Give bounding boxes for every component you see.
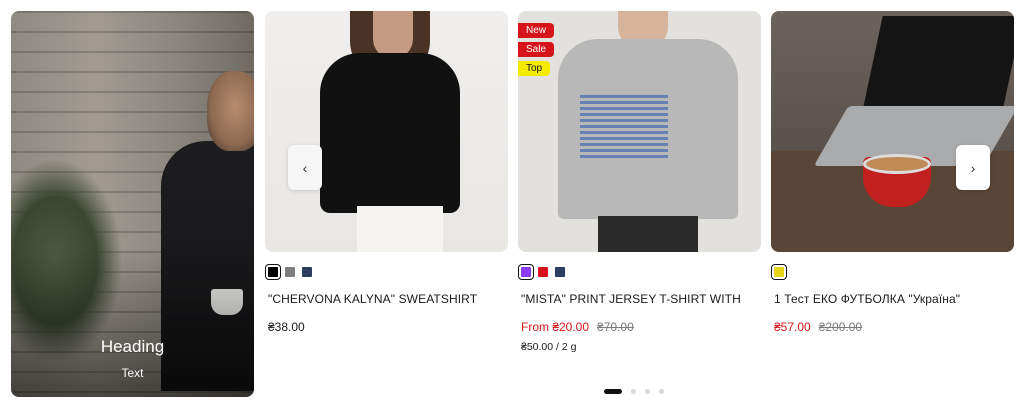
- product-card[interactable]: New Sale Top "MISTA" PRINT JERSEY T-SHIR…: [518, 11, 761, 353]
- product-image[interactable]: [265, 11, 508, 252]
- product-prices: ₴38.00: [268, 320, 508, 334]
- hero-text: Text: [121, 366, 144, 380]
- person-head-image-part: [207, 71, 254, 151]
- color-swatch[interactable]: [302, 267, 312, 277]
- print-image-part: [580, 95, 668, 159]
- carousel-prev-button[interactable]: ‹: [288, 145, 322, 190]
- product-unit-price: ₴50.00 / 2 g: [521, 341, 577, 353]
- badge-top: Top: [518, 61, 551, 76]
- color-swatches: [265, 264, 508, 280]
- product-name[interactable]: "MISTA" PRINT JERSEY T-SHIRT WITH: [521, 292, 761, 306]
- product-old-price: ₴70.00: [597, 320, 634, 334]
- color-swatch[interactable]: [538, 267, 548, 277]
- color-swatches: [771, 264, 1014, 280]
- product-name[interactable]: 1 Тест ЕКО ФУТБОЛКА "Україна": [774, 292, 1014, 306]
- chevron-left-icon: ‹: [302, 159, 308, 176]
- pagination-dot[interactable]: [631, 389, 636, 394]
- product-image[interactable]: New Sale Top: [518, 11, 761, 252]
- product-prices: From ₴20.00 ₴70.00: [521, 320, 761, 334]
- pagination-dot[interactable]: [659, 389, 664, 394]
- hero-banner[interactable]: Heading Text: [11, 11, 254, 397]
- product-old-price: ₴200.00: [818, 320, 863, 334]
- pagination-dot[interactable]: [645, 389, 650, 394]
- face-image-part: [373, 11, 413, 59]
- badge-new: New: [518, 23, 555, 38]
- color-swatch[interactable]: [771, 264, 787, 280]
- color-swatch[interactable]: [555, 267, 565, 277]
- hero-heading: Heading: [100, 337, 165, 356]
- pagination-dot[interactable]: [604, 389, 622, 394]
- product-image[interactable]: [771, 11, 1014, 252]
- product-sale-price: ₴57.00: [774, 320, 811, 334]
- product-badges: New Sale Top: [518, 23, 555, 76]
- pants-image-part: [357, 206, 443, 252]
- product-sale-price: From ₴20.00: [521, 320, 590, 334]
- color-swatch[interactable]: [265, 264, 281, 280]
- pants-image-part: [598, 216, 698, 252]
- color-swatches: [518, 264, 761, 280]
- color-swatch[interactable]: [518, 264, 534, 280]
- sweater-image-part: [320, 53, 460, 213]
- carousel-next-button[interactable]: ›: [956, 145, 990, 190]
- product-prices: ₴57.00 ₴200.00: [774, 320, 1014, 334]
- carousel-pagination: [604, 389, 664, 394]
- product-price: ₴38.00: [268, 320, 305, 334]
- chevron-right-icon: ›: [970, 159, 976, 176]
- color-swatch[interactable]: [285, 267, 295, 277]
- coffee-image-part: [863, 154, 931, 174]
- badge-sale: Sale: [518, 42, 555, 57]
- product-name[interactable]: "CHERVONA KALYNA" SWEATSHIRT: [268, 292, 508, 306]
